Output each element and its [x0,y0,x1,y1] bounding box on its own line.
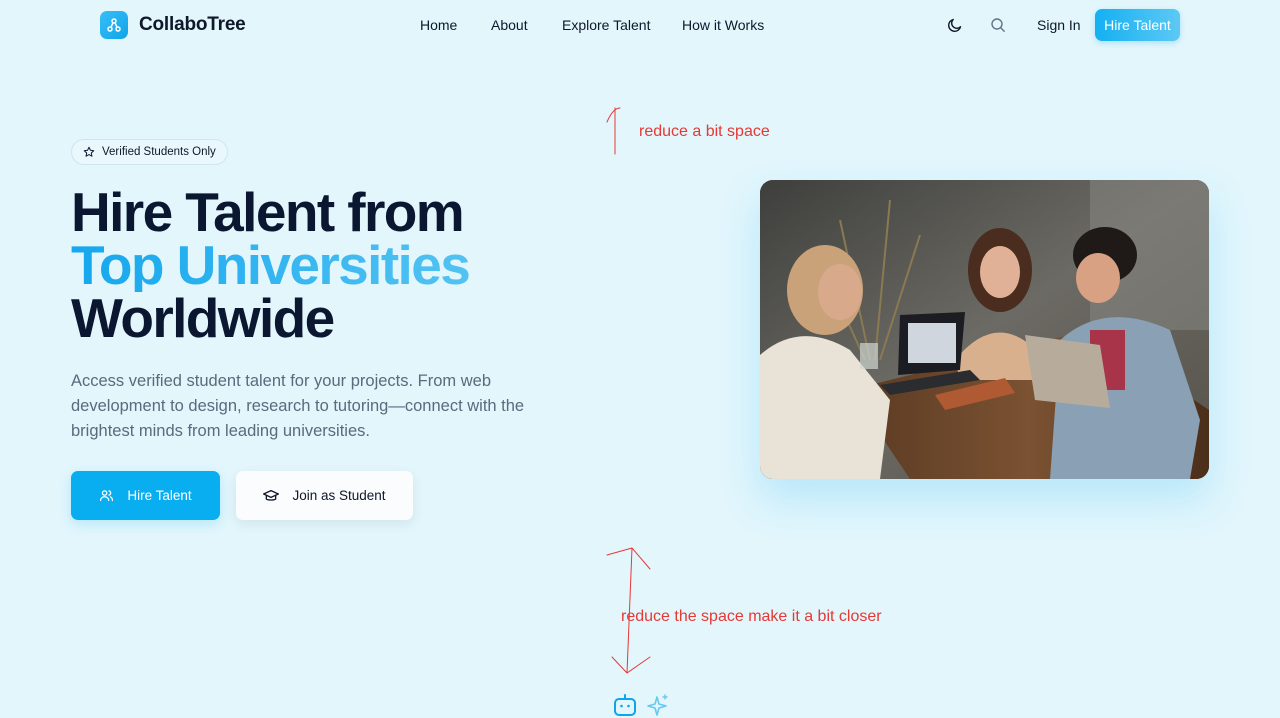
moon-icon[interactable] [946,16,964,34]
badge-label: Verified Students Only [102,146,216,158]
join-as-student-button-label: Join as Student [292,488,386,503]
search-icon[interactable] [989,16,1007,34]
star-icon [83,146,95,157]
nav-link-explore-talent[interactable]: Explore Talent [562,17,650,33]
headline-line-1: Hire Talent from [71,181,465,243]
hero-photo [760,180,1209,479]
hire-talent-button-label: Hire Talent [127,488,192,503]
sparkles-icon [647,694,668,716]
arrow-up-annotation-icon [606,107,621,155]
graduation-cap-icon [263,489,280,501]
annotation-top: reduce a bit space [639,123,770,140]
nav-link-about[interactable]: About [491,17,528,33]
nav-link-how-it-works[interactable]: How it Works [682,17,764,33]
hero-description: Access verified student talent for your … [71,372,525,440]
top-navigation: CollaboTree Home About Explore Talent Ho… [0,0,1280,50]
nav-link-home[interactable]: Home [420,17,457,33]
sign-in-link[interactable]: Sign In [1037,17,1081,33]
verified-students-badge: Verified Students Only [71,139,228,165]
users-icon [100,490,114,502]
hire-talent-nav-button[interactable]: Hire Talent [1095,9,1180,41]
join-as-student-button[interactable]: Join as Student [236,471,413,520]
hire-talent-button[interactable]: Hire Talent [71,471,220,520]
hero-headline: Hire Talent from Top Universities Worldw… [71,181,471,349]
headline-line-2-accent: Top Universities [71,234,471,296]
robot-icon [614,694,636,716]
headline-line-3: Worldwide [71,287,335,349]
annotation-bottom: reduce the space make it a bit closer [621,608,882,625]
